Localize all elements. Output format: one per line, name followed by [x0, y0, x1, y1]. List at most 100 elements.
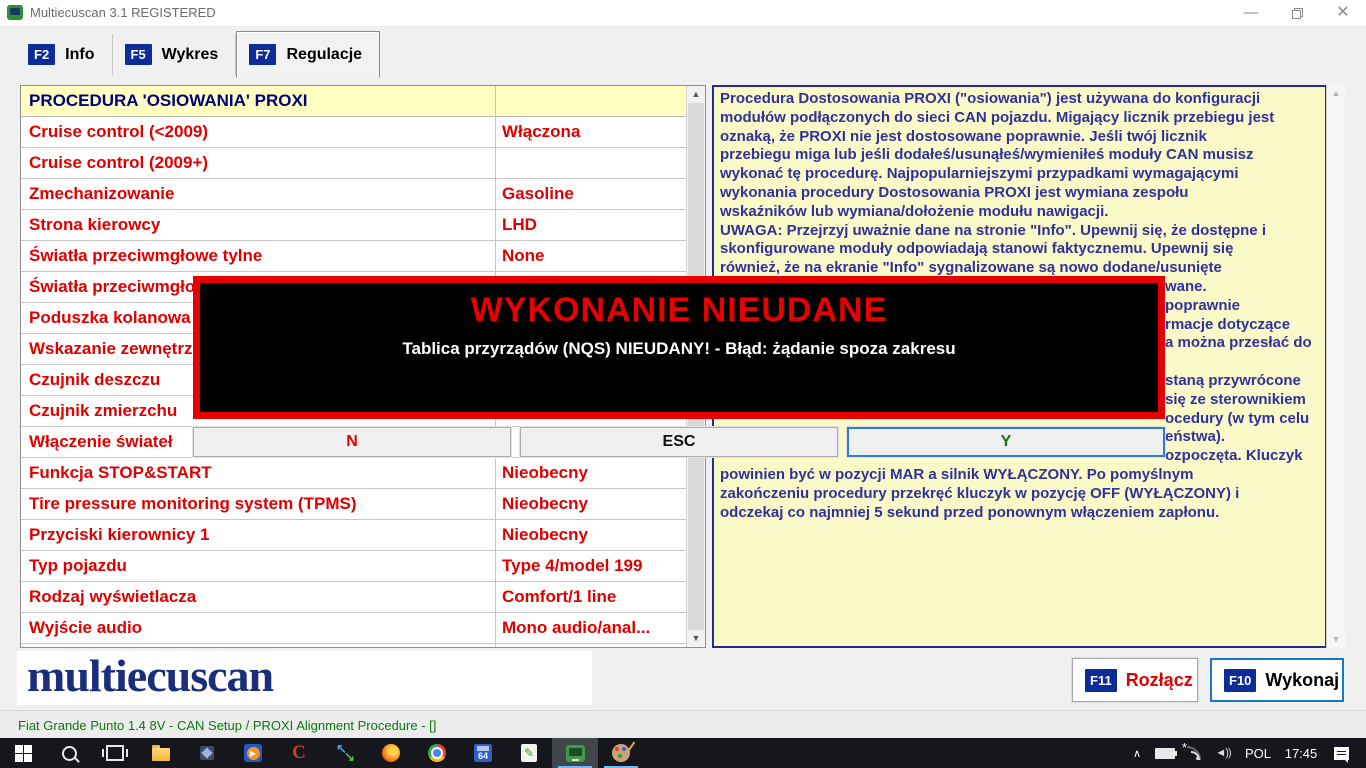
tab-label: Info	[65, 46, 94, 64]
scroll-up-icon[interactable]: ▲	[1327, 85, 1345, 102]
taskbar-icon-virtualbox[interactable]	[184, 738, 230, 768]
row-value: Nieobecny	[496, 520, 705, 550]
error-dialog-message: Tablica przyrządów (NQS) NIEUDANY! - Błą…	[200, 339, 1158, 359]
restore-button[interactable]	[1274, 0, 1320, 26]
taskbar-icons: ▶ C ↖↘ 64 ✎	[0, 738, 644, 768]
taskbar-icon-graphics-tool[interactable]	[598, 738, 644, 768]
app-icon	[7, 5, 23, 20]
info-text-line: oznaką, że PROXI nie jest dostosowane po…	[720, 128, 1321, 147]
table-row[interactable]: Rodzaj wyświetlaczaComfort/1 line	[21, 582, 705, 613]
info-text-line: wykonania procedury Dostosowania PROXI j…	[720, 184, 1321, 203]
taskbar-icon-search[interactable]	[46, 738, 92, 768]
taskbar-icon-remote-desktop[interactable]: ↖↘	[322, 738, 368, 768]
error-dialog-buttons: N ESC Y	[193, 427, 1165, 457]
taskbar: ▶ C ↖↘ 64 ✎ ∧ * ◄)) POL 17:45	[0, 738, 1366, 768]
wifi-icon[interactable]: *	[1180, 738, 1208, 768]
row-value	[496, 148, 705, 178]
desktop-screen: Multiecuscan 3.1 REGISTERED — ✕ F2 Info F5…	[0, 0, 1366, 768]
dialog-button-esc[interactable]: ESC	[520, 427, 838, 457]
tab-wykres[interactable]: F5Wykres	[113, 31, 236, 78]
table-row[interactable]: Cruise control (<2009)Włączona	[21, 117, 705, 148]
logo-box: multiecuscan	[17, 651, 592, 705]
row-label: Światła przeciwmgłowe tylne	[21, 241, 496, 271]
dialog-button-n[interactable]: N	[193, 427, 511, 457]
row-label: Strona kierowcy	[21, 210, 496, 240]
error-dialog-title: WYKONANIE NIEUDANE	[200, 291, 1158, 330]
taskbar-icon-multiecuscan[interactable]	[552, 738, 598, 768]
notepad-plus-icon: ✎	[521, 744, 537, 762]
table-row[interactable]: Strona kierowcyLHD	[21, 210, 705, 241]
info-text-line: wskaźników lub wymiana/dołożenie modułu …	[720, 203, 1321, 222]
info-text-line: zakończeniu procedury przekręć kluczyk w…	[720, 485, 1321, 504]
action-center-icon[interactable]	[1324, 738, 1358, 768]
row-label: Rodzaj wyświetlacza	[21, 582, 496, 612]
minimize-button[interactable]: —	[1228, 0, 1274, 26]
multiecuscan-logo: multiecuscan	[27, 649, 273, 702]
win64-tool-icon: 64	[474, 744, 492, 762]
info-text-line: Procedura Dostosowania PROXI ("osiowania…	[720, 90, 1321, 109]
table-row[interactable]: Funkcja STOP&STARTNieobecny	[21, 458, 705, 489]
fkey-badge: F2	[28, 44, 55, 65]
tab-label: Wykres	[162, 46, 219, 64]
footer-button-wykonaj[interactable]: F10Wykonaj	[1210, 658, 1344, 702]
row-value: Niewłączony	[496, 644, 705, 648]
title-bar: Multiecuscan 3.1 REGISTERED — ✕	[0, 0, 1366, 26]
row-label: Cruise control (2009+)	[21, 148, 496, 178]
scroll-down-icon[interactable]: ▼	[1327, 631, 1345, 648]
status-text: Fiat Grande Punto 1.4 8V - CAN Setup / P…	[18, 718, 436, 733]
table-row[interactable]: Typ pojazduType 4/model 199	[21, 551, 705, 582]
close-button[interactable]: ✕	[1320, 0, 1366, 26]
info-text-line: wykonać tę procedurę. Najpopularniejszym…	[720, 165, 1321, 184]
taskbar-icon-media-player[interactable]: ▶	[230, 738, 276, 768]
ccleaner-icon: C	[292, 742, 306, 764]
clock[interactable]: 17:45	[1278, 738, 1324, 768]
taskbar-icon-ccleaner[interactable]: C	[276, 738, 322, 768]
fkey-badge: F7	[249, 44, 276, 65]
table-row[interactable]: Cruise control (2009+)	[21, 148, 705, 179]
row-label: Funkcja STOP&START	[21, 458, 496, 488]
info-text-line: odczekaj co najmniej 5 sekund przed pono…	[720, 504, 1321, 523]
multiecuscan-icon	[566, 745, 585, 762]
language-indicator[interactable]: POL	[1238, 738, 1278, 768]
table-row[interactable]: Tire pressure monitoring system (TPMS)Ni…	[21, 489, 705, 520]
media-player-icon: ▶	[244, 744, 262, 762]
taskbar-icon-task-view[interactable]	[92, 738, 138, 768]
table-header-title: PROCEDURA 'OSIOWANIA' PROXI	[21, 86, 496, 116]
row-value: Mono audio/anal...	[496, 613, 705, 643]
chrome-icon	[428, 744, 446, 762]
tab-regulacje[interactable]: F7Regulacje	[236, 31, 380, 78]
fkey-badge: F10	[1224, 669, 1256, 692]
info-panel-scrollbar[interactable]: ▲ ▼	[1326, 85, 1344, 648]
taskbar-icon-file-explorer[interactable]	[138, 738, 184, 768]
tab-info[interactable]: F2 Info	[16, 31, 112, 78]
scroll-up-icon[interactable]: ▲	[687, 86, 705, 103]
row-value: Włączona	[496, 117, 705, 147]
taskbar-icon-start[interactable]	[0, 738, 46, 768]
row-value: Comfort/1 line	[496, 582, 705, 612]
restore-icon	[1292, 8, 1302, 18]
tray-chevron-icon[interactable]: ∧	[1124, 738, 1150, 768]
speaker-icon[interactable]: ◄))	[1208, 738, 1238, 768]
virtualbox-icon	[200, 746, 214, 760]
info-text-line: modułów podłączonych do sieci CAN pojazd…	[720, 109, 1321, 128]
table-row[interactable]: ZmechanizowanieGasoline	[21, 179, 705, 210]
battery-icon[interactable]	[1150, 738, 1180, 768]
info-text-line: powinien być w pozycji MAR a silnik WYŁĄ…	[720, 466, 1321, 485]
taskbar-icon-chrome[interactable]	[414, 738, 460, 768]
dialog-button-y[interactable]: Y	[847, 427, 1165, 457]
remote-desktop-icon: ↖↘	[336, 744, 354, 762]
table-row[interactable]: Wejście liniowe audioNiewłączony	[21, 644, 705, 648]
firefox-icon	[382, 744, 400, 762]
table-row[interactable]: Wyjście audioMono audio/anal...	[21, 613, 705, 644]
table-row[interactable]: Światła przeciwmgłowe tylneNone	[21, 241, 705, 272]
table-row[interactable]: Przyciski kierownicy 1Nieobecny	[21, 520, 705, 551]
taskbar-icon-win64-tool[interactable]: 64	[460, 738, 506, 768]
row-value: LHD	[496, 210, 705, 240]
taskbar-icon-notepad-plus[interactable]: ✎	[506, 738, 552, 768]
footer-button-rozłącz[interactable]: F11Rozłącz	[1072, 658, 1198, 702]
row-value: Nieobecny	[496, 458, 705, 488]
scrollbar-thumb	[1328, 102, 1344, 631]
scroll-down-icon[interactable]: ▼	[687, 630, 705, 647]
task-view-icon	[106, 745, 124, 761]
taskbar-icon-firefox[interactable]	[368, 738, 414, 768]
